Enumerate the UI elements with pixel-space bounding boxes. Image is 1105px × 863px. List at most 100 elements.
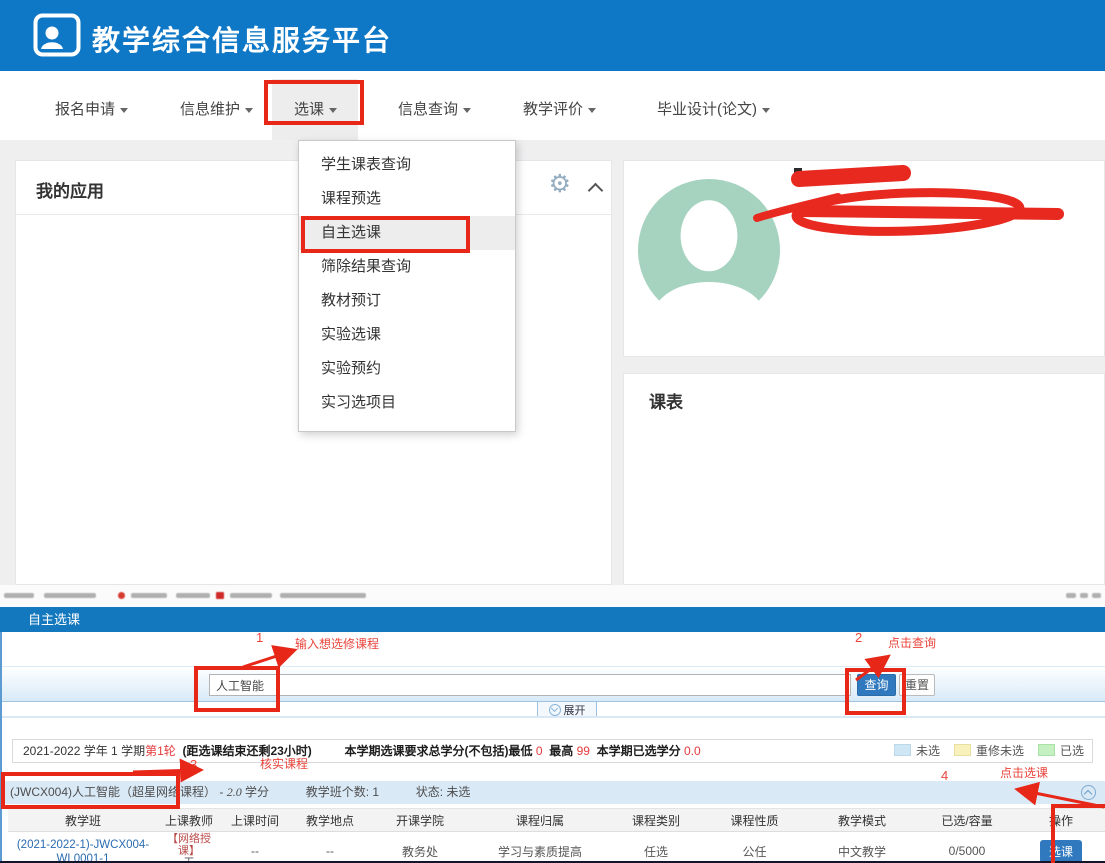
nav-item-query[interactable]: 信息查询 [398,98,471,119]
course-selection-dropdown: 学生课表查询 课程预选 自主选课 筛除结果查询 教材预订 实验选课 实验预约 实… [298,140,516,432]
my-apps-title: 我的应用 [36,177,104,202]
menu-item-filter-result[interactable]: 筛除结果查询 [299,250,515,284]
avatar [638,179,780,321]
course-class-count: 教学班个数: 1 [306,785,379,799]
reset-button[interactable]: 重置 [899,674,935,696]
menu-item-course-preselect[interactable]: 课程预选 [299,182,515,216]
toolbar-smudge [1092,593,1101,598]
toolbar-smudge [1066,593,1076,598]
selected-credit-label: 本学期已选学分 [597,744,681,758]
query-button[interactable]: 查询 [857,674,896,696]
menu-item-lab-selection[interactable]: 实验选课 [299,318,515,352]
page-titlebar: 自主选课 [0,607,1105,632]
nav-item-course-selection[interactable]: 选课 [294,98,337,119]
divider [2,716,1105,718]
menu-item-student-timetable[interactable]: 学生课表查询 [299,148,515,182]
table-row: (2021-2022-1)-JWCX004-WL0001-1 【网络授课】无 -… [8,832,1105,863]
nav-item-signup[interactable]: 报名申请 [55,98,128,119]
user-name-redacted [796,167,1086,193]
gear-icon[interactable]: ⚙ [549,172,571,197]
col-time: 上课时间 [220,809,290,832]
col-nature: 课程性质 [702,809,807,832]
cell-mode: 中文教学 [807,832,917,863]
round-info-bar: 2021-2022 学年 1 学期第1轮 (距选课结束还剩23小时) 本学期选课… [12,739,1093,763]
menu-item-lab-reservation[interactable]: 实验预约 [299,352,515,386]
arrow-3 [133,770,198,772]
cell-category: 任选 [610,832,702,863]
app-title: 教学综合信息服务平台 [92,19,392,59]
user-profile-card [623,160,1105,357]
col-belong: 课程归属 [470,809,610,832]
annotation-4-text: 点击选课 [1000,764,1048,781]
col-college: 开课学院 [370,809,470,832]
search-filter-bar: 查询 重置 [2,666,1105,702]
max-credit-label: 最高 [549,744,573,758]
annotation-3-text: 核实课程 [260,755,308,772]
cell-belong: 学习与素质提高 [470,832,610,863]
annotation-1-number: 1 [256,630,263,645]
timetable-title: 课表 [649,388,683,413]
cell-nature: 公任 [702,832,807,863]
course-group-bar[interactable]: (JWCX004)人工智能（超星网络课程） - 2.0 学分 教学班个数: 1 … [2,781,1105,804]
course-status: 状态: 未选 [416,785,471,799]
nav-item-info[interactable]: 信息维护 [180,98,253,119]
app-header: 教学综合信息服务平台 [0,0,1105,71]
dashboard-background: 我的应用 ⚙ 课表 [0,140,1105,585]
annotation-2-text: 点击查询 [888,634,936,651]
collapse-circle-icon[interactable] [1081,785,1096,800]
bookmark-square-icon [216,592,224,599]
chevron-down-icon [463,108,471,113]
bookmark-dot-icon [118,592,125,599]
collapse-chevron-icon[interactable] [588,183,604,199]
bookmark-smudge [4,593,34,598]
page: 教学综合信息服务平台 报名申请 信息维护 选课 信息查询 教学评价 毕业设计(论… [0,0,1105,863]
col-place: 教学地点 [290,809,370,832]
annotation-3-number: 3 [190,757,197,772]
arrow-1 [243,651,292,667]
menu-item-internship[interactable]: 实习选项目 [299,386,515,420]
chevron-down-icon [329,108,337,113]
cell-college: 教务处 [370,832,470,863]
course-credit: 2.0 [227,785,242,799]
cell-place: -- [290,832,370,863]
main-nav: 报名申请 信息维护 选课 信息查询 教学评价 毕业设计(论文) [0,71,1105,141]
annotation-4-number: 4 [941,768,948,783]
menu-item-textbook-order[interactable]: 教材预订 [299,284,515,318]
legend-swatch-unselected [894,744,911,756]
legend-swatch-selected [1038,744,1055,756]
cell-time: -- [220,832,290,863]
chevron-down-icon [762,108,770,113]
status-legend: 未选 重修未选 已选 [894,740,1084,762]
select-course-button[interactable]: 选课 [1040,840,1082,863]
bookmark-smudge [176,593,210,598]
legend-item-retake: 重修未选 [954,740,1024,762]
nav-item-thesis[interactable]: 毕业设计(论文) [657,98,770,119]
semester-text: 2021-2022 学年 1 学期 [23,744,145,758]
menu-item-self-selection[interactable]: 自主选课 [299,216,515,250]
chevron-down-icon [120,108,128,113]
credit-requirement-label: 本学期选课要求总学分(不包括)最低 [344,744,532,758]
search-input[interactable] [209,674,851,696]
table-header-row: 教学班 上课教师 上课时间 教学地点 开课学院 课程归属 课程类别 课程性质 教… [8,809,1105,832]
round-number: 第1轮 [145,744,176,758]
legend-item-unselected: 未选 [894,740,940,762]
course-credit-unit: 学分 [242,785,269,799]
course-title: (JWCX004)人工智能（超星网络课程） - [10,785,227,799]
platform-logo-icon [33,13,81,57]
bookmark-smudge [280,593,366,598]
chevron-down-icon [245,108,253,113]
max-credit: 99 [577,744,590,758]
page-title: 自主选课 [28,607,80,632]
toolbar-smudge [1080,593,1088,598]
min-credit: 0 [536,744,543,758]
bookmark-smudge [230,593,272,598]
annotation-1-text: 输入想选修课程 [295,635,379,652]
browser-bookmarks-strip [0,585,1105,608]
col-class: 教学班 [8,809,158,832]
user-class-redacted [796,203,1096,229]
nav-item-evaluation[interactable]: 教学评价 [523,98,596,119]
class-code-link[interactable]: (2021-2022-1)-JWCX004-WL0001-1 [17,839,149,863]
legend-item-selected: 已选 [1038,740,1084,762]
chevron-down-icon [588,108,596,113]
col-mode: 教学模式 [807,809,917,832]
